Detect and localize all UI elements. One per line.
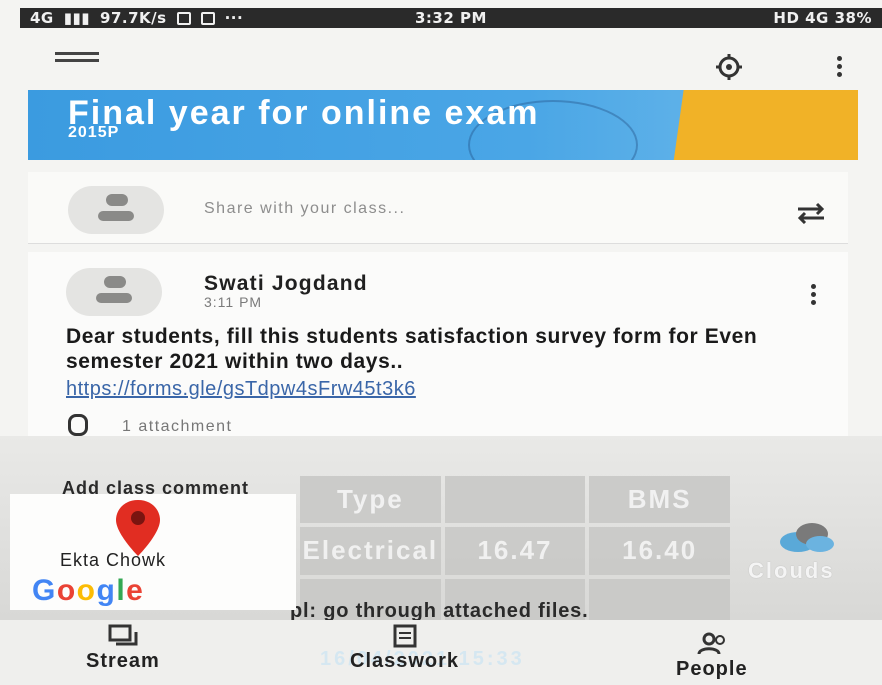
people-icon: [697, 632, 725, 655]
tab-classwork-label: Classwork: [350, 650, 460, 672]
signal-icon: ▮▮▮: [63, 9, 91, 27]
tab-stream[interactable]: Stream: [86, 624, 160, 673]
map-place-name: Ekta Chowk: [60, 550, 167, 570]
tab-people[interactable]: People: [676, 632, 748, 681]
overflow-menu-icon[interactable]: [834, 56, 844, 80]
map-overlay: Ekta Chowk Google: [10, 494, 296, 610]
announcement-card[interactable]: Swati Jogdand 3:11 PM Dear students, fil…: [28, 252, 848, 440]
share-with-class-row[interactable]: Share with your class...: [28, 172, 848, 244]
faded-cell: [444, 476, 586, 524]
status-bar: 4G ▮▮▮ 97.7K/s ··· 3:32 PM HD 4G 38%: [20, 8, 882, 28]
weather-label: Clouds: [748, 558, 835, 583]
clock: 3:32 PM: [415, 9, 487, 27]
network-indicator: 4G: [30, 9, 54, 27]
form-link[interactable]: https://forms.gle/gsTdpw4sFrw45t3k6: [66, 378, 416, 401]
class-section: 2015P: [68, 124, 120, 141]
share-input[interactable]: Share with your class...: [204, 200, 405, 218]
notification-icon: [200, 11, 215, 25]
post-author: Swati Jogdand: [204, 272, 368, 295]
faded-cell: 16.40: [589, 527, 730, 575]
app-bar: [0, 30, 882, 88]
more-notifications-icon: ···: [224, 9, 244, 27]
attachment-count[interactable]: 1 attachment: [122, 418, 233, 436]
tab-classwork[interactable]: Classwork: [350, 624, 459, 673]
tab-stream-label: Stream: [86, 650, 160, 672]
google-logo: Google: [32, 574, 145, 607]
faded-cell: BMS: [589, 476, 730, 524]
avatar: [68, 186, 164, 234]
post-timestamp: 3:11 PM: [204, 294, 263, 310]
map-pin-icon: [116, 500, 160, 556]
faded-cell: 16.47: [444, 527, 586, 575]
faded-table: Type BMS Electrical 16.47 16.40: [300, 476, 730, 620]
author-avatar: [66, 268, 162, 316]
bottom-navigation: 16/04/2021 15:33 Stream Classwork People: [0, 620, 882, 685]
class-banner: Final year for online exam 2015P: [28, 90, 858, 160]
repost-icon[interactable]: [794, 202, 828, 224]
tab-people-label: People: [676, 658, 748, 680]
cloud-icon: [780, 523, 834, 552]
class-title: Final year for online exam: [68, 94, 540, 132]
post-options-icon[interactable]: [808, 284, 818, 308]
paperclip-icon: [68, 414, 88, 436]
notification-icon: [176, 11, 191, 25]
post-body: Dear students, fill this students satisf…: [66, 325, 758, 373]
hamburger-menu-icon[interactable]: [55, 52, 99, 68]
faded-cell: Electrical: [300, 527, 441, 575]
faded-cell: [589, 578, 730, 620]
settings-gear-icon[interactable]: [712, 52, 746, 82]
faded-cell: Type: [300, 476, 441, 524]
banner-accent: [672, 90, 858, 160]
classwork-icon: [393, 624, 417, 648]
data-speed: 97.7K/s: [100, 9, 167, 27]
battery-status: HD 4G 38%: [773, 9, 872, 27]
stream-icon: [108, 624, 138, 646]
